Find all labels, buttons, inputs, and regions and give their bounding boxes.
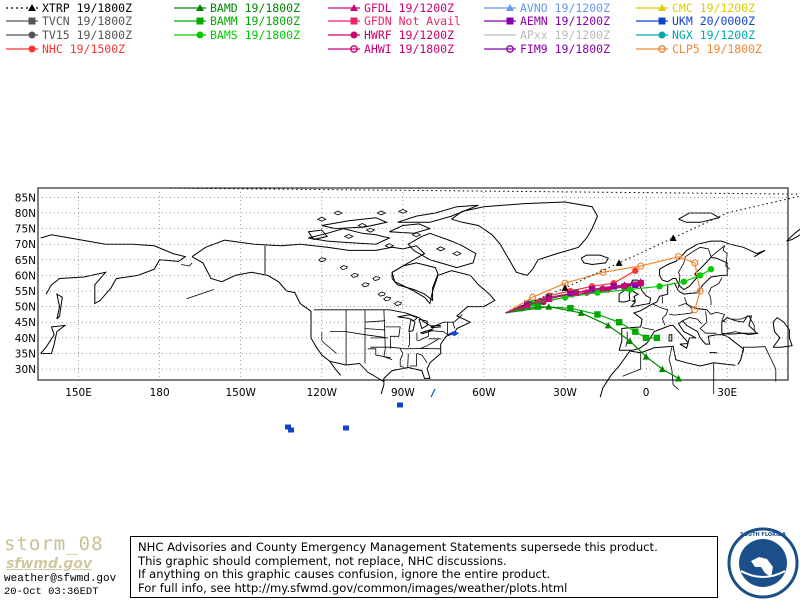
track-point bbox=[632, 328, 639, 335]
lon-label: 30E bbox=[717, 387, 737, 399]
lat-label: 80N bbox=[15, 208, 36, 220]
track-point bbox=[615, 319, 623, 326]
lat-label: 75N bbox=[15, 224, 36, 236]
track-point bbox=[680, 278, 688, 285]
svg-text:SOUTH FLORIDA: SOUTH FLORIDA bbox=[740, 532, 786, 538]
sfwmd-seal-logo: SOUTH FLORIDA bbox=[727, 527, 799, 599]
lon-label: 60W bbox=[472, 387, 496, 399]
lat-label: 40N bbox=[15, 333, 36, 345]
lat-label: 30N bbox=[15, 364, 36, 376]
lat-label: 85N bbox=[15, 192, 36, 204]
disclaimer-line: If anything on this graphic causes confu… bbox=[138, 567, 551, 581]
site-logo-text[interactable]: sfwmd.gov bbox=[6, 556, 92, 572]
lon-label: 30W bbox=[553, 387, 577, 399]
track-point bbox=[653, 334, 661, 342]
latitude-labels: 85N 80N 75N 70N 65N 60N 55N 50N 45N 40N 35N 30N bbox=[15, 192, 36, 376]
ukm-point bbox=[343, 425, 349, 431]
lat-label: 35N bbox=[15, 348, 36, 360]
track-point bbox=[594, 311, 601, 318]
lat-label: 70N bbox=[15, 239, 36, 251]
contact-email[interactable]: weather@sfwmd.gov bbox=[4, 573, 116, 585]
lon-label: 150W bbox=[225, 387, 256, 399]
disclaimer-line: This graphic should complement, not repl… bbox=[138, 553, 507, 568]
issue-date: 20-Oct 03:36EDT bbox=[4, 586, 99, 598]
ukm-segment bbox=[430, 388, 436, 398]
lon-label: 90W bbox=[391, 387, 415, 399]
lat-label: 60N bbox=[15, 270, 36, 282]
track-point bbox=[632, 267, 639, 274]
lat-label: 45N bbox=[15, 317, 36, 329]
track-point bbox=[642, 334, 650, 342]
lat-label: 50N bbox=[15, 302, 36, 314]
lon-label: 120W bbox=[307, 387, 338, 399]
storm-id: storm_08 bbox=[4, 533, 104, 555]
track-point bbox=[696, 272, 704, 279]
lon-label: 0 bbox=[643, 387, 650, 399]
lat-label: 55N bbox=[15, 286, 36, 298]
lon-label: 180 bbox=[150, 387, 170, 399]
disclaimer-url-line[interactable]: For full info, see http://my.sfwmd.gov/c… bbox=[138, 581, 717, 596]
disclaimer-box: NHC Advisories and County Emergency Mana… bbox=[130, 536, 718, 598]
ukm-point bbox=[285, 424, 291, 430]
track-point bbox=[656, 283, 663, 290]
disclaimer-line: NHC Advisories and County Emergency Mana… bbox=[138, 540, 658, 554]
track-point bbox=[707, 265, 715, 273]
lat-label: 65N bbox=[15, 255, 36, 267]
ukm-point bbox=[397, 402, 403, 408]
longitude-labels: 150E 180 150W 120W 90W 60W 30W 0 30E bbox=[65, 387, 737, 399]
lon-label: 150E bbox=[65, 387, 92, 399]
track-map: 85N 80N 75N 70N 65N 60N 55N 50N 45N 40N 35N 30N 150… bbox=[15, 187, 800, 433]
